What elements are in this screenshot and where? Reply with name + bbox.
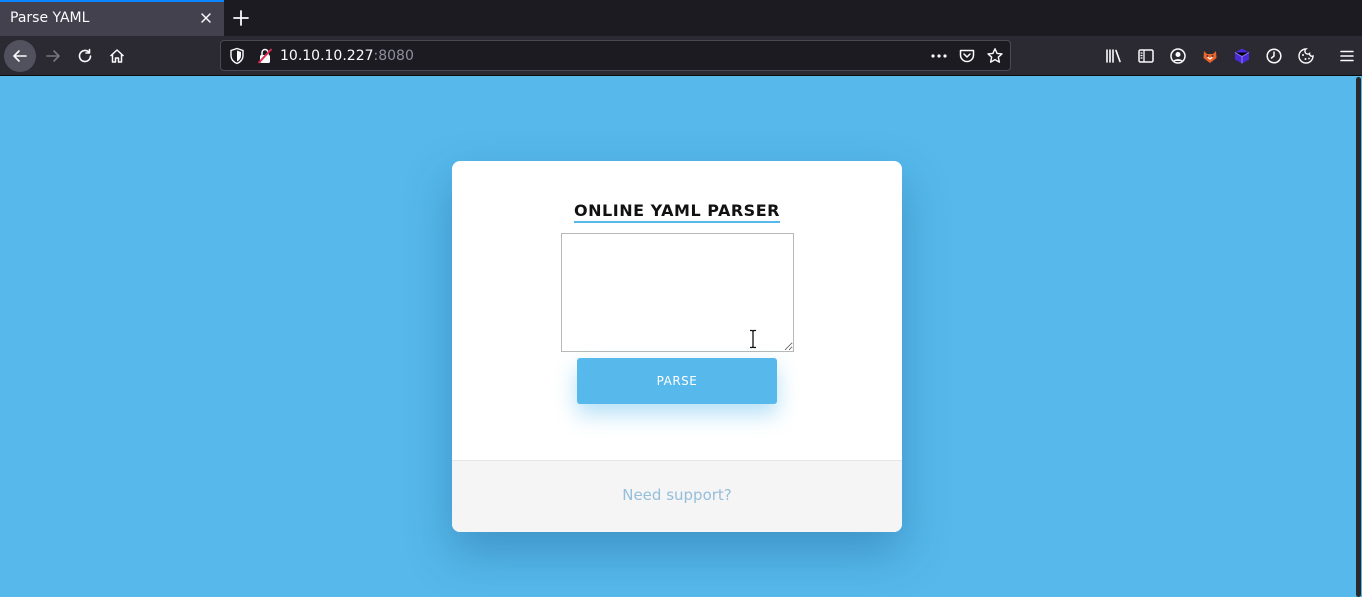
reload-icon [78,48,92,63]
text-cursor-icon [748,329,758,353]
url-text[interactable]: 10.10.10.227:8080 [280,48,414,64]
insecure-lock-icon[interactable] [257,47,273,69]
bookmark-star-icon[interactable] [986,47,1004,69]
account-icon[interactable] [1168,46,1188,66]
url-port: :8080 [373,48,414,64]
navigation-toolbar: 10.10.10.227:8080 [0,36,1362,76]
library-icon[interactable] [1104,46,1124,66]
history-clock-icon[interactable] [1264,46,1284,66]
parse-button[interactable]: PARSE [577,358,777,404]
page-title-wrap: ONLINE YAML PARSER [452,201,902,223]
sidebar-icon[interactable] [1136,46,1156,66]
card-footer: Need support? [452,460,902,532]
menu-icon[interactable] [1337,46,1357,66]
tab-close-icon[interactable] [196,8,216,28]
back-button[interactable] [4,40,36,72]
home-button[interactable] [101,40,133,72]
forward-button[interactable] [37,40,69,72]
extension-cube-icon[interactable] [1232,46,1252,66]
pocket-icon[interactable] [958,47,976,69]
tab-title: Parse YAML [10,10,90,26]
back-arrow-icon [13,50,27,62]
reload-button[interactable] [69,40,101,72]
new-tab-plus-icon[interactable] [230,7,252,29]
tracking-protection-shield-icon[interactable] [229,47,245,69]
tab-active[interactable]: Parse YAML [0,0,224,36]
need-support-link[interactable]: Need support? [452,486,902,504]
cookie-icon[interactable] [1296,46,1316,66]
forward-arrow-icon [46,50,60,62]
address-bar[interactable]: 10.10.10.227:8080 [220,40,1011,71]
tab-active-indicator [0,0,224,2]
vertical-scrollbar-thumb[interactable] [1356,77,1361,597]
tab-strip: Parse YAML [0,0,1362,36]
extension-fox-icon[interactable] [1200,46,1220,66]
url-host: 10.10.10.227 [280,48,374,64]
parser-card: ONLINE YAML PARSER PARSE Need support? [452,161,902,532]
page-title: ONLINE YAML PARSER [574,201,780,223]
home-icon [109,49,125,63]
page-actions-more-icon[interactable] [929,47,949,69]
yaml-input[interactable] [561,233,794,352]
